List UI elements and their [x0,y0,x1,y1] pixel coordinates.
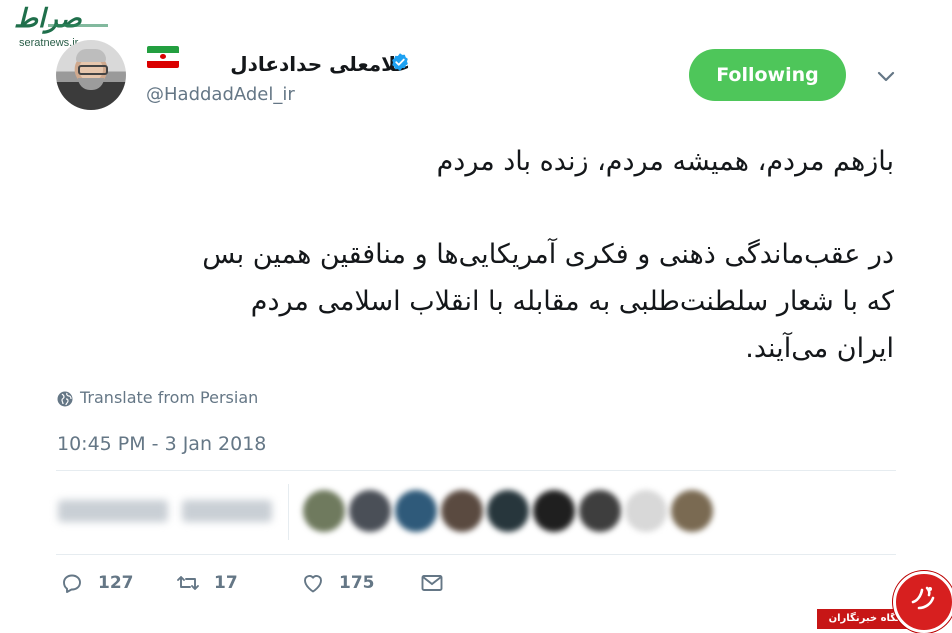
envelope-icon [421,575,443,591]
iran-flag-icon [147,46,179,68]
liker-avatar[interactable] [349,490,391,532]
retweet-action[interactable]: 17 [176,568,238,598]
tweet-line: بازهم مردم، همیشه مردم، زنده باد مردم [436,146,894,177]
liker-avatar[interactable] [441,490,483,532]
divider [56,554,896,555]
tweet-text: بازهم مردم، همیشه مردم، زنده باد مردم در… [34,138,894,372]
stats-divider [288,484,289,540]
watermark-underline [48,24,108,27]
reply-action[interactable]: 127 [60,568,134,598]
divider [56,470,896,471]
tweet-line: در عقب‌ماندگی ذهنی و فکری آمریکایی‌ها و … [202,239,894,270]
author-handle[interactable]: @HaddadAdel_ir [146,84,295,105]
liker-avatar[interactable] [625,490,667,532]
avatar-glasses [78,65,108,75]
like-count: 175 [339,573,375,593]
following-button[interactable]: Following [689,49,846,101]
translate-link[interactable]: Translate from Persian [80,388,258,407]
tweet-timestamp[interactable]: 10:45 PM - 3 Jan 2018 [57,433,266,455]
liker-avatar[interactable] [487,490,529,532]
liker-avatar[interactable] [671,490,713,532]
liker-avatar[interactable] [395,490,437,532]
author-display-name[interactable]: غلامعلی حدادعادل [230,52,410,76]
verified-badge-icon [392,53,408,71]
retweet-count-stat-blurred[interactable] [58,500,168,522]
khabarfori-glyph-icon [911,586,935,610]
globe-icon [57,391,73,407]
liker-avatar[interactable] [303,490,345,532]
retweet-count: 17 [214,573,238,593]
like-count-stat-blurred[interactable] [182,500,272,522]
liker-avatar[interactable] [533,490,575,532]
heart-icon [304,575,322,593]
avatar-beard [78,78,104,90]
like-action[interactable]: 175 [301,568,375,598]
tweet-line: که با شعار سلطنت‌طلبی به مقابله با انقلا… [250,286,894,317]
chevron-down-icon[interactable] [876,66,896,86]
tweet-line: ایران می‌آیند. [745,333,894,364]
direct-message-action[interactable] [420,568,444,598]
liker-avatar[interactable] [579,490,621,532]
avatar-hair [76,49,106,62]
seratnews-logo: صراط [14,4,83,34]
reply-count: 127 [98,573,134,593]
author-avatar[interactable] [56,40,126,110]
retweet-icon [177,576,199,590]
reply-icon [63,574,81,593]
